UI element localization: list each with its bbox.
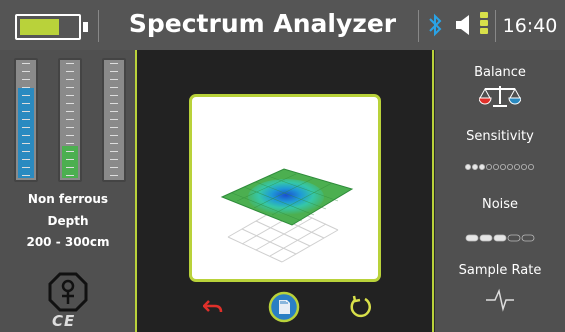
noise-pill [493,234,507,242]
divider [98,10,99,42]
sensitivity-dot [485,164,492,170]
divider [418,10,419,42]
noise-label: Noise [481,197,519,212]
right-panel: Balance Sensitivity Noise Sample Rate [435,50,565,332]
page-title: Spectrum Analyzer [128,9,397,38]
sensitivity-dot [507,164,514,170]
volume-level-icon [480,12,488,36]
bluetooth-icon[interactable] [428,13,442,37]
speaker-icon[interactable] [454,14,472,36]
top-bar: Spectrum Analyzer 16:40 [0,0,565,50]
sensitivity-dot [514,164,521,170]
brand-logo: CE [52,312,76,330]
panel-divider [432,50,434,332]
sensitivity-dot [478,164,485,170]
sensitivity-label: Sensitivity [466,129,534,144]
center-panel [137,50,433,332]
depth-label: Depth [47,214,89,228]
sample-rate-label: Sample Rate [458,263,542,278]
sensitivity-dot [492,164,499,170]
undo-icon[interactable] [203,298,223,316]
noise-pill [507,234,521,242]
volume-bar [480,28,488,34]
volume-bar [480,20,488,26]
battery-level [20,19,60,35]
balance-icon[interactable] [479,84,521,108]
battery-icon [15,14,88,40]
target-person-icon [48,272,88,312]
sensitivity-dot [521,164,528,170]
sensitivity-dot [465,164,471,170]
noise-pill [521,234,535,242]
spectrum-plot [189,94,381,282]
refresh-icon[interactable] [349,294,373,320]
sensitivity-dot [472,164,478,170]
left-panel: Non ferrous Depth 200 - 300cm CE [0,50,136,332]
sd-card-icon[interactable] [268,290,300,324]
noise-level[interactable] [465,234,535,242]
spectrum-surface [220,168,354,263]
waveform-icon[interactable] [485,288,515,312]
balance-label: Balance [474,65,526,80]
gauge-empty [102,58,126,182]
clock: 16:40 [502,15,558,37]
depth-value: 200 - 300cm [26,235,110,249]
noise-pill [465,234,479,242]
gauge-green [58,58,82,182]
gauge-blue [14,58,38,182]
sensitivity-level[interactable] [465,163,535,171]
sensitivity-dot [528,164,535,170]
metal-type-label: Non ferrous [27,192,109,206]
noise-pill [479,234,493,242]
volume-bar [480,12,488,18]
divider [495,10,496,42]
sensitivity-dot [500,164,507,170]
